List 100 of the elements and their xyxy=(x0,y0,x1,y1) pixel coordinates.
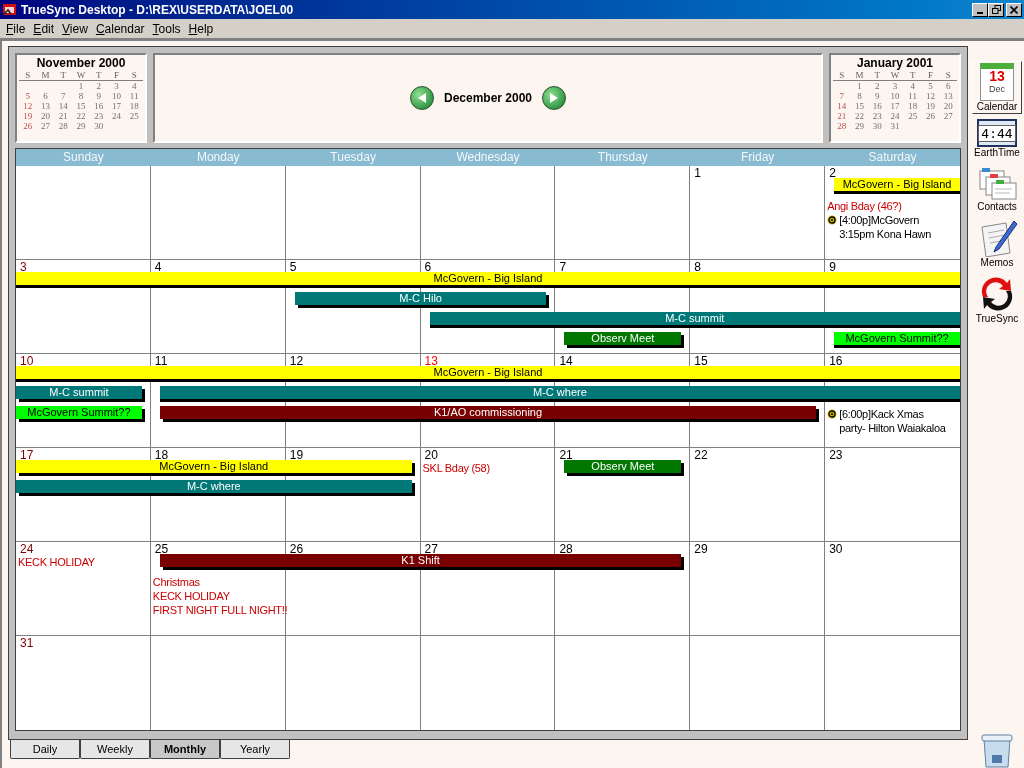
mini-calendar-date[interactable]: 23 xyxy=(868,111,887,121)
mini-calendar-date[interactable]: 4 xyxy=(125,81,143,91)
mini-calendar-date[interactable]: 4 xyxy=(903,81,922,91)
sidebar-button[interactable]: Contacts xyxy=(972,163,1022,214)
view-tab[interactable]: Monthly xyxy=(150,740,220,759)
event-bar[interactable]: M-C where xyxy=(16,480,412,493)
event-bar[interactable]: M-C Hilo xyxy=(294,292,547,305)
mini-calendar-date[interactable]: 22 xyxy=(850,111,869,121)
mini-calendar-date[interactable]: 17 xyxy=(886,101,904,111)
event-bar[interactable]: McGovern Summit?? xyxy=(834,332,960,345)
sidebar-button[interactable]: 13 Dec Calendar xyxy=(972,61,1022,114)
event-text[interactable]: KECK HOLIDAY xyxy=(152,589,230,603)
mini-calendar-date[interactable]: 15 xyxy=(850,101,869,111)
appointment-text[interactable]: 3:15pm Kona Hawn xyxy=(839,227,931,241)
event-bar[interactable]: K1/AO commissioning xyxy=(159,406,817,419)
event-bar[interactable]: M-C summit xyxy=(16,386,142,399)
previous-month-button[interactable] xyxy=(409,86,434,110)
mini-calendar-date[interactable]: 28 xyxy=(54,121,73,131)
next-month-button[interactable] xyxy=(542,86,567,110)
view-tab[interactable]: Daily xyxy=(10,740,80,759)
mini-calendar-date[interactable]: 2 xyxy=(868,81,887,91)
mini-calendar-date[interactable]: 8 xyxy=(850,91,869,101)
mini-calendar-date[interactable]: 11 xyxy=(125,91,143,101)
mini-calendar-date[interactable]: 9 xyxy=(89,91,108,101)
mini-calendar-date[interactable]: 20 xyxy=(939,101,957,111)
mini-calendar-date[interactable]: 21 xyxy=(54,111,73,121)
event-bar[interactable]: M-C where xyxy=(159,386,960,399)
mini-calendar-date[interactable]: 17 xyxy=(107,101,126,111)
mini-calendar-date[interactable]: 23 xyxy=(89,111,108,121)
event-text[interactable]: Christmas xyxy=(152,575,200,589)
mini-calendar-date[interactable]: 6 xyxy=(36,91,55,101)
mini-calendar-date[interactable]: 30 xyxy=(89,121,108,131)
mini-calendar-date[interactable]: 25 xyxy=(903,111,922,121)
mini-calendar-date[interactable]: 2 xyxy=(89,81,108,91)
mini-calendar-date[interactable]: 1 xyxy=(850,81,869,91)
view-tab[interactable]: Yearly xyxy=(220,740,290,759)
appointment-text[interactable]: party- Hilton Waiakaloa xyxy=(839,421,946,435)
mini-calendar-date[interactable]: 12 xyxy=(921,91,940,101)
mini-calendar-date[interactable]: 1 xyxy=(72,81,90,91)
mini-calendar-date[interactable]: 24 xyxy=(886,111,904,121)
mini-calendar-date[interactable]: 31 xyxy=(886,121,904,131)
menu-item[interactable]: Calendar xyxy=(91,19,149,38)
mini-calendar-date[interactable]: 10 xyxy=(107,91,126,101)
mini-calendar-date[interactable]: 29 xyxy=(850,121,869,131)
menu-item[interactable]: Help xyxy=(184,19,218,38)
mini-calendar-date[interactable]: 18 xyxy=(903,101,922,111)
mini-calendar-date[interactable]: 14 xyxy=(833,101,851,111)
sidebar-button[interactable]: Memos xyxy=(972,217,1022,270)
mini-calendar-date[interactable]: 11 xyxy=(903,91,922,101)
view-tab[interactable]: Weekly xyxy=(80,740,150,759)
event-bar[interactable]: McGovern - Big Island xyxy=(16,272,960,285)
mini-calendar-date[interactable]: 25 xyxy=(125,111,143,121)
appointment-text[interactable]: [4:00p]McGovern xyxy=(839,213,919,227)
event-bar[interactable]: McGovern - Big Island xyxy=(834,178,960,191)
mini-calendar-date[interactable]: 13 xyxy=(939,91,957,101)
mini-calendar-date[interactable]: 8 xyxy=(72,91,90,101)
event-bar[interactable]: McGovern - Big Island xyxy=(16,460,412,473)
event-text[interactable]: SKL Bday (58) xyxy=(422,461,490,475)
mini-calendar-date[interactable]: 16 xyxy=(89,101,108,111)
mini-calendar-date[interactable]: 7 xyxy=(833,91,851,101)
restore-button[interactable] xyxy=(988,2,1004,17)
mini-calendar-date[interactable]: 26 xyxy=(19,121,37,131)
close-button[interactable] xyxy=(1006,2,1022,17)
event-bar[interactable]: Observ Meet xyxy=(564,332,682,345)
sidebar-button[interactable]: 4:44 EarthTime xyxy=(972,117,1022,160)
event-text[interactable]: KECK HOLIDAY xyxy=(18,555,95,569)
mini-calendar-date[interactable]: 22 xyxy=(72,111,90,121)
mini-calendar-date[interactable]: 20 xyxy=(36,111,55,121)
menu-item[interactable]: Edit xyxy=(29,19,59,38)
menu-item[interactable]: Tools xyxy=(148,19,185,38)
event-text[interactable]: FIRST NIGHT FULL NIGHT!! xyxy=(152,603,288,617)
mini-calendar-date[interactable]: 3 xyxy=(886,81,904,91)
mini-calendar-date[interactable]: 13 xyxy=(36,101,55,111)
event-text[interactable]: Angi Bday (46?) xyxy=(827,199,902,213)
event-bar[interactable]: McGovern Summit?? xyxy=(16,406,142,419)
mini-calendar-date[interactable]: 5 xyxy=(19,91,37,101)
sidebar-button[interactable]: TrueSync xyxy=(972,273,1022,326)
event-bar[interactable]: Observ Meet xyxy=(564,460,682,473)
mini-calendar-date[interactable]: 29 xyxy=(72,121,90,131)
mini-calendar-date[interactable]: 7 xyxy=(54,91,73,101)
mini-calendar-date[interactable]: 24 xyxy=(107,111,126,121)
mini-calendar-date[interactable]: 3 xyxy=(107,81,126,91)
mini-calendar-date[interactable]: 28 xyxy=(833,121,851,131)
mini-calendar-date[interactable]: 19 xyxy=(921,101,940,111)
event-bar[interactable]: K1 Shift xyxy=(159,554,682,567)
event-bar[interactable]: M-C summit xyxy=(429,312,960,325)
mini-calendar-date[interactable]: 12 xyxy=(19,101,37,111)
mini-calendar-date[interactable]: 19 xyxy=(19,111,37,121)
mini-calendar-date[interactable]: 27 xyxy=(36,121,55,131)
mini-calendar-date[interactable]: 26 xyxy=(921,111,940,121)
appointment-text[interactable]: [6:00p]Kack Xmas xyxy=(839,407,924,421)
mini-calendar-date[interactable]: 27 xyxy=(939,111,957,121)
mini-calendar-date[interactable]: 30 xyxy=(868,121,887,131)
event-bar[interactable]: McGovern - Big Island xyxy=(16,366,960,379)
menu-item[interactable]: File xyxy=(2,19,30,38)
mini-calendar-date[interactable]: 9 xyxy=(868,91,887,101)
mini-calendar-date[interactable]: 15 xyxy=(72,101,90,111)
mini-calendar-date[interactable]: 18 xyxy=(125,101,143,111)
mini-calendar-date[interactable]: 14 xyxy=(54,101,73,111)
mini-calendar-date[interactable]: 5 xyxy=(921,81,940,91)
